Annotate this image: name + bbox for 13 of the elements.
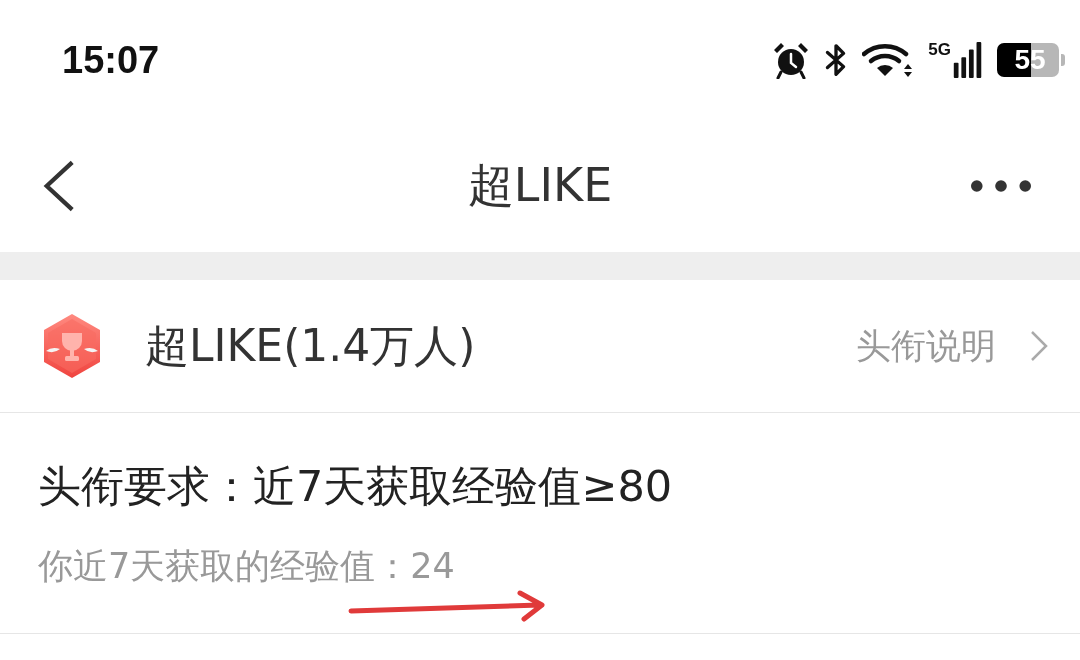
requirement-text: 头衔要求：近7天获取经验值≥80 — [38, 460, 673, 513]
page-title: 超LIKE — [467, 157, 613, 214]
wifi-icon — [862, 42, 915, 78]
trophy-badge-icon — [42, 313, 102, 379]
alarm-clock-icon — [772, 41, 811, 79]
more-options-icon[interactable] — [970, 179, 1032, 193]
status-time: 15:07 — [62, 38, 160, 82]
signal-bars-icon — [953, 42, 983, 78]
back-chevron-icon[interactable] — [42, 159, 76, 213]
experience-text: 你近7天获取的经验值：24 — [38, 545, 455, 588]
title-name: 超LIKE(1.4万人) — [145, 318, 476, 373]
title-explanation-link[interactable]: 头衔说明 — [856, 322, 996, 370]
network-type: 5G — [928, 40, 951, 60]
